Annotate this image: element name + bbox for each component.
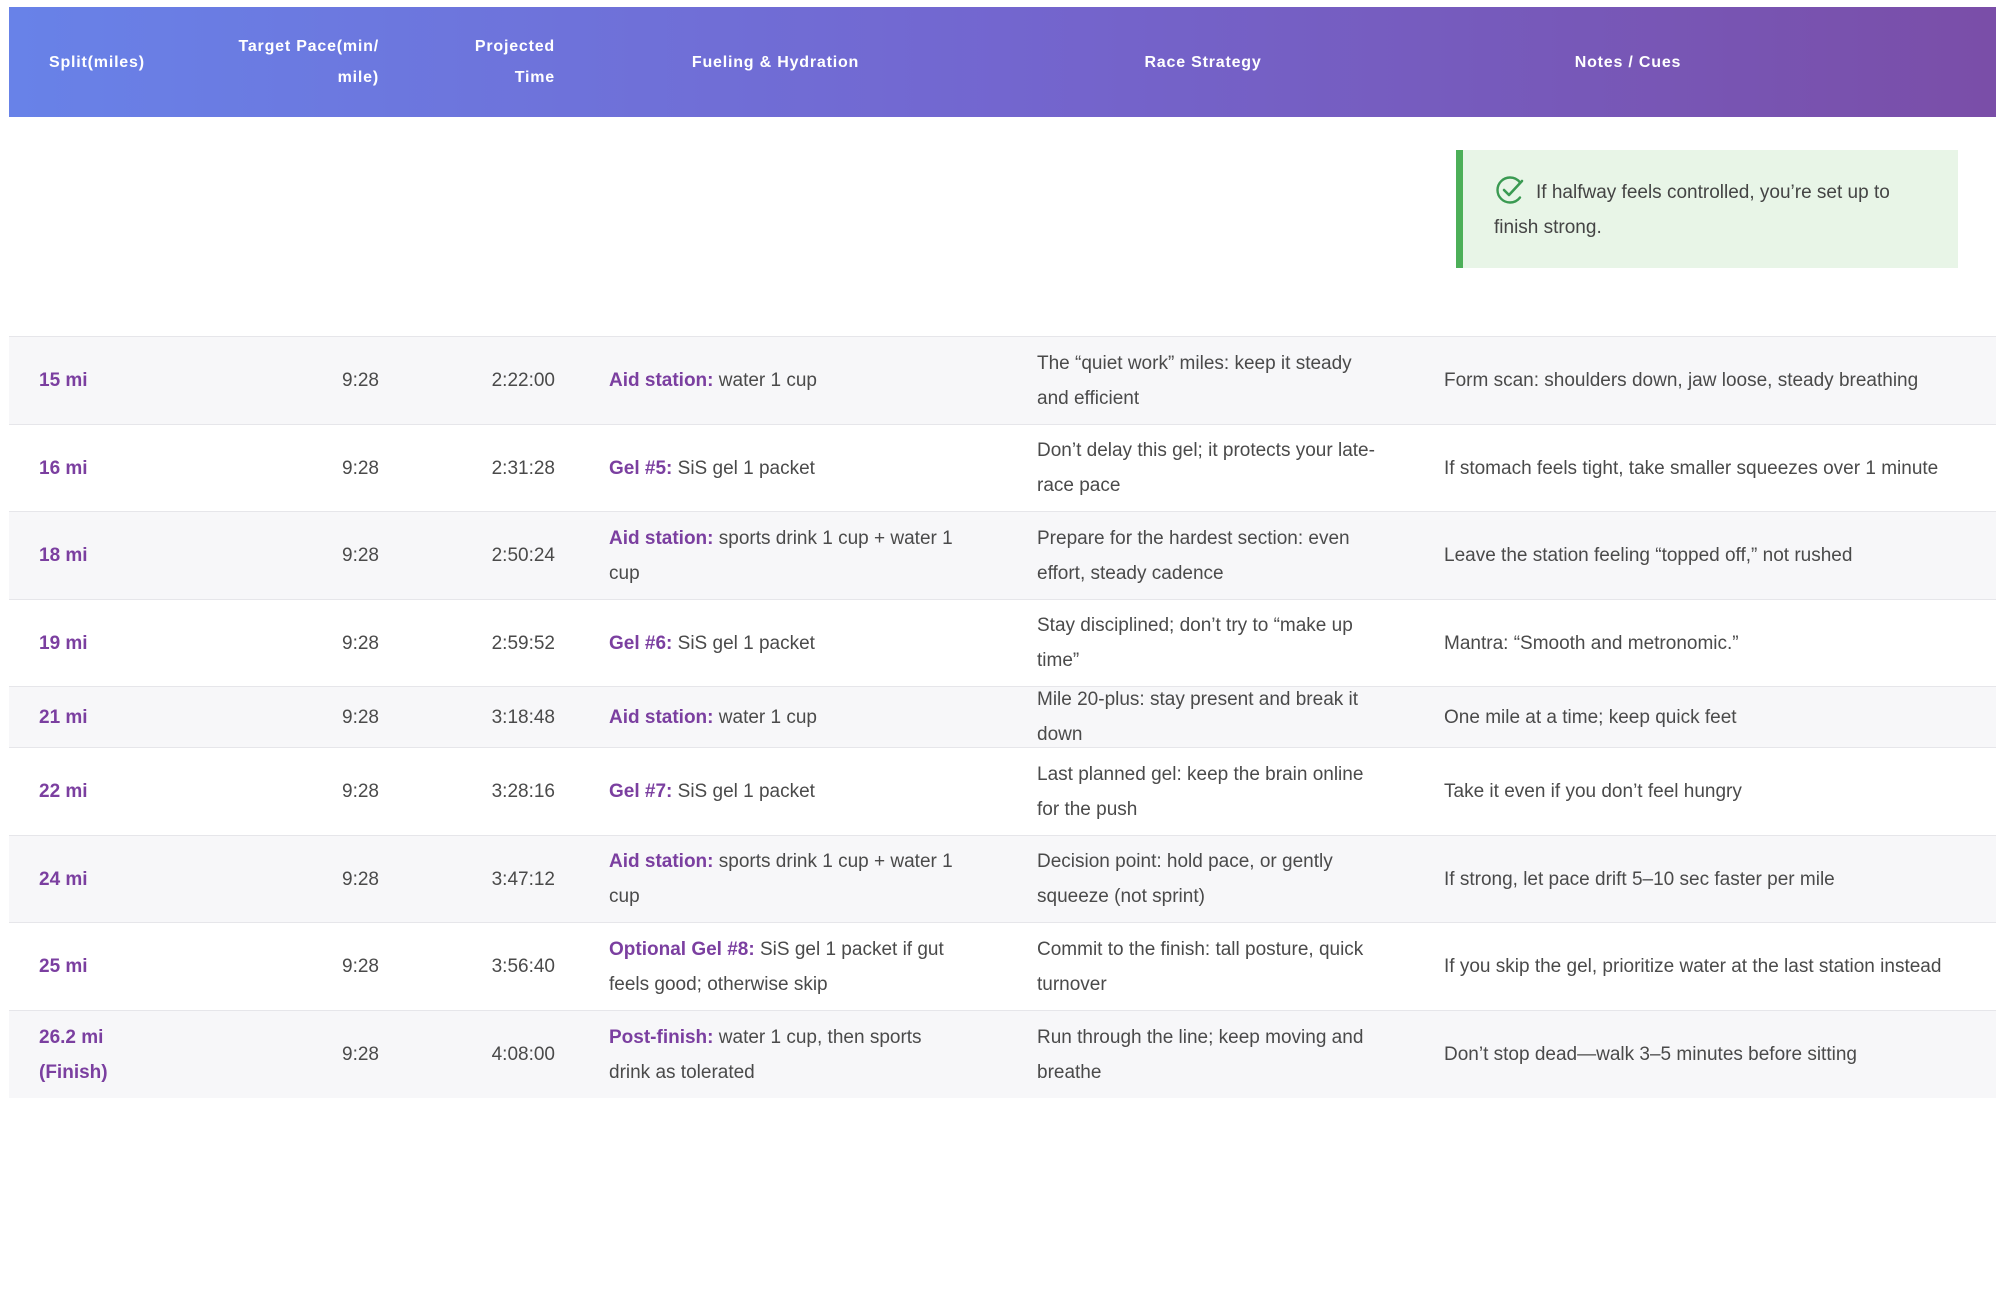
notes-cell: If strong, let pace drift 5–10 sec faste… (1444, 868, 1835, 890)
pace-cell: 9:28 (342, 632, 379, 654)
table-header: Split(miles) Target Pace(min/ mile) Proj… (9, 7, 1996, 117)
notes-cell: Leave the station feeling “topped off,” … (1444, 545, 1853, 566)
time-cell: 2:59:52 (491, 632, 555, 654)
fueling-text: SiS gel 1 packet (672, 632, 815, 654)
fueling-cell: Aid station: sports drink 1 cup + water … (555, 521, 996, 591)
split-cell: 24 mi (39, 868, 88, 890)
time-cell: 2:50:24 (491, 545, 555, 566)
split-cell: 21 mi (39, 706, 88, 728)
pace-cell: 9:28 (342, 1044, 379, 1065)
time-cell: 3:18:48 (491, 706, 555, 728)
notes-cell: Form scan: shoulders down, jaw loose, st… (1444, 370, 1919, 391)
fueling-cell: Post-finish: water 1 cup, then sports dr… (555, 1020, 996, 1090)
header-target-pace: Target Pace(min/ mile) (238, 38, 379, 86)
fueling-cell: Aid station: sports drink 1 cup + water … (555, 844, 996, 914)
fueling-label: Gel #6: (609, 632, 673, 654)
time-cell: 4:08:00 (491, 1044, 555, 1065)
strategy-cell: Don’t delay this gel; it protects your l… (1037, 440, 1375, 496)
time-cell: 2:31:28 (491, 457, 555, 479)
fueling-label: Aid station: (609, 706, 714, 728)
table-row: 26.2 mi (Finish) 9:28 4:08:00 Post-finish: … (9, 1010, 1996, 1098)
split-cell: 18 mi (39, 545, 88, 566)
fueling-cell: Gel #5: SiS gel 1 packet (555, 451, 996, 486)
fueling-label: Aid station: (609, 370, 714, 391)
split-cell: 26.2 mi (Finish) (39, 1026, 108, 1083)
header-projected-time: Projected Time (474, 38, 555, 86)
pace-cell: 9:28 (342, 457, 379, 479)
header-split: Split(miles) (49, 53, 145, 71)
notes-cell: One mile at a time; keep quick feet (1444, 706, 1737, 728)
fueling-cell: Aid station: water 1 cup (555, 363, 996, 398)
fueling-cell: Optional Gel #8: SiS gel 1 packet if gut… (555, 932, 996, 1002)
table-row: 25 mi 9:28 3:56:40 Optional Gel #8: SiS gel… (9, 922, 1996, 1010)
table-row: 15 mi 9:28 2:22:00 Aid station: water 1 cup… (9, 336, 1996, 424)
fueling-text: water 1 cup (713, 370, 817, 391)
fueling-text: water 1 cup (713, 706, 817, 728)
time-cell: 3:47:12 (491, 868, 555, 890)
pace-cell: 9:28 (342, 781, 379, 802)
table-row: 19 mi 9:28 2:59:52 Gel #6: SiS gel 1 packet… (9, 599, 1996, 686)
table-row: 16 mi 9:28 2:31:28 Gel #5: SiS gel 1 packet… (9, 424, 1996, 511)
fueling-text: SiS gel 1 packet (672, 457, 815, 479)
fueling-cell: Gel #6: SiS gel 1 packet (555, 626, 996, 661)
header-fueling: Fueling & Hydration (691, 53, 860, 71)
table-row: 22 mi 9:28 3:28:16 Gel #7: SiS gel 1 packet… (9, 747, 1996, 835)
fueling-label: Aid station: (609, 527, 714, 549)
split-cell: 19 mi (39, 632, 88, 654)
notes-cell: If stomach feels tight, take smaller squ… (1444, 457, 1939, 479)
strategy-cell: The “quiet work” miles: keep it steady a… (1037, 352, 1352, 409)
check-circle-icon (1496, 176, 1524, 204)
fueling-label: Aid station: (609, 851, 714, 872)
notes-cell: Mantra: “Smooth and metronomic.” (1444, 632, 1739, 654)
pace-cell: 9:28 (342, 956, 379, 977)
callout-text: If halfway feels controlled, you’re set … (1494, 182, 1890, 238)
split-cell: 15 mi (39, 370, 88, 391)
header-strategy: Race Strategy (1144, 53, 1262, 71)
strategy-cell: Stay disciplined; don’t try to “make up … (1037, 615, 1353, 671)
pace-cell: 9:28 (342, 868, 379, 890)
split-cell: 22 mi (39, 781, 88, 802)
fueling-label: Optional Gel #8: (609, 938, 755, 960)
fueling-label: Gel #7: (609, 781, 673, 802)
header-notes: Notes / Cues (1574, 53, 1682, 71)
race-plan-page: Split(miles) Target Pace(min/ mile) Proj… (0, 0, 1996, 1297)
strategy-cell: Run through the line; keep moving and br… (1037, 1026, 1364, 1083)
fueling-text: SiS gel 1 packet (672, 781, 815, 802)
strategy-cell: Mile 20-plus: stay present and break it … (1037, 689, 1359, 745)
split-cell: 25 mi (39, 956, 88, 977)
strategy-cell: Commit to the finish: tall posture, quic… (1037, 938, 1364, 995)
pace-cell: 9:28 (342, 370, 379, 391)
fueling-label: Post-finish: (609, 1026, 714, 1048)
fueling-label: Gel #5: (609, 457, 673, 479)
table-row: 21 mi 9:28 3:18:48 Aid station: water 1 cup… (9, 686, 1996, 747)
notes-cell: If you skip the gel, prioritize water at… (1444, 956, 1942, 977)
fueling-cell: Gel #7: SiS gel 1 packet (555, 774, 996, 809)
pace-cell: 9:28 (342, 706, 379, 728)
time-cell: 3:28:16 (491, 781, 555, 802)
table-body: 15 mi 9:28 2:22:00 Aid station: water 1 cup… (9, 336, 1996, 1098)
table-row: 24 mi 9:28 3:47:12 Aid station: sports drin… (9, 835, 1996, 922)
pace-cell: 9:28 (342, 545, 379, 566)
table-row: 18 mi 9:28 2:50:24 Aid station: sports drin… (9, 511, 1996, 599)
notes-cell: Take it even if you don’t feel hungry (1444, 781, 1742, 802)
time-cell: 2:22:00 (491, 370, 555, 391)
time-cell: 3:56:40 (491, 956, 555, 977)
strategy-cell: Prepare for the hardest section: even ef… (1037, 527, 1350, 584)
split-cell: 16 mi (39, 457, 88, 479)
strategy-cell: Decision point: hold pace, or gently squ… (1037, 851, 1333, 907)
strategy-cell: Last planned gel: keep the brain online … (1037, 763, 1364, 820)
fueling-cell: Aid station: water 1 cup (555, 700, 996, 735)
halfway-callout: If halfway feels controlled, you’re set … (1456, 150, 1958, 268)
notes-cell: Don’t stop dead—walk 3–5 minutes before … (1444, 1044, 1857, 1065)
